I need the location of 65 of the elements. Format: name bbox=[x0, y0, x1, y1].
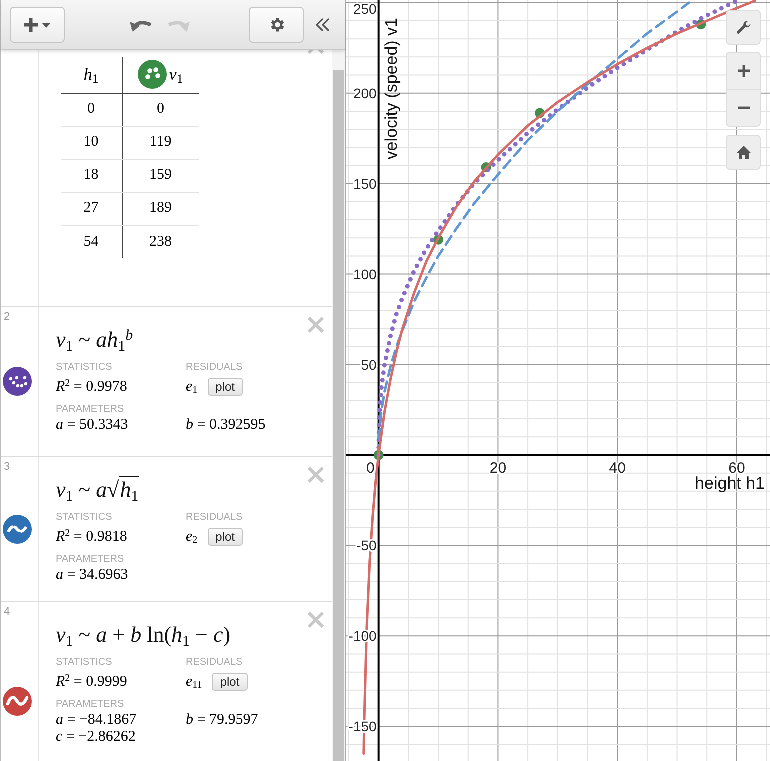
regression-formula[interactable]: v$_{1}$ ~ a√h$_{1}$ bbox=[56, 473, 139, 507]
r-squared-value: R$^{2}$ = 0.9978 bbox=[56, 377, 128, 397]
r-squared-value: R$^{2}$ = 0.9999 bbox=[56, 672, 128, 692]
expression-style-icon[interactable] bbox=[3, 687, 32, 716]
residual-variable: e$_{1}$ bbox=[186, 378, 198, 398]
expression-style-icon[interactable] bbox=[3, 514, 32, 544]
plot-button[interactable]: plot bbox=[212, 673, 248, 691]
table-cell[interactable]: 18 bbox=[61, 159, 122, 192]
add-item-button[interactable] bbox=[10, 6, 65, 42]
column-header[interactable]: v$_{1}$ bbox=[169, 62, 184, 88]
double-chevron-left-icon bbox=[315, 16, 331, 32]
parameter-value: a = 50.3343 bbox=[56, 417, 130, 434]
parameter-value: a = −84.1867 bbox=[56, 712, 138, 729]
expression-style-icon[interactable] bbox=[3, 367, 32, 396]
wrench-icon bbox=[734, 18, 752, 36]
parameter-value: c = −2.86262 bbox=[56, 729, 137, 746]
table-cell[interactable]: 10 bbox=[61, 126, 122, 159]
residual-variable: e$_{2}$ bbox=[186, 528, 198, 548]
section-label: STATISTICS bbox=[56, 656, 114, 670]
residual-variable: e$_{11}$ bbox=[186, 672, 202, 694]
tick-label: 200 bbox=[353, 85, 377, 102]
expression-number: 4 bbox=[4, 605, 10, 620]
tick-label: 50 bbox=[361, 356, 377, 373]
section-label: PARAMETERS bbox=[56, 698, 126, 712]
table-cell[interactable]: 119 bbox=[122, 126, 199, 159]
regression-formula[interactable]: v$_{1}$ ~ a + b ln(h$_{1}$ − c) bbox=[56, 618, 231, 652]
table-cell[interactable]: 159 bbox=[122, 159, 199, 192]
table-cell[interactable]: 0 bbox=[61, 93, 122, 126]
parameter-value: a = 34.6963 bbox=[56, 567, 130, 584]
section-label: RESIDUALS bbox=[186, 656, 244, 670]
plot-button[interactable]: plot bbox=[208, 378, 244, 396]
parameter-value: b = 0.392595 bbox=[186, 417, 267, 434]
graph-settings-button[interactable] bbox=[726, 10, 761, 45]
plot-button[interactable]: plot bbox=[208, 528, 244, 546]
minus-icon bbox=[736, 106, 750, 110]
table-cell[interactable]: 54 bbox=[61, 225, 122, 258]
expression-number: 2 bbox=[4, 310, 10, 325]
section-label: PARAMETERS bbox=[56, 553, 126, 567]
section-label: RESIDUALS bbox=[186, 511, 244, 525]
home-icon bbox=[736, 145, 752, 160]
tick-label: 40 bbox=[609, 460, 626, 478]
table-cell[interactable]: 27 bbox=[61, 192, 122, 225]
column-header[interactable]: h$_{1}$ bbox=[84, 62, 99, 88]
add-icon bbox=[22, 16, 52, 34]
home-button[interactable] bbox=[726, 135, 761, 170]
expression-number: 3 bbox=[4, 460, 10, 475]
section-label: PARAMETERS bbox=[56, 403, 126, 417]
section-label: RESIDUALS bbox=[186, 361, 244, 375]
tick-label: 100 bbox=[353, 266, 377, 282]
section-label: STATISTICS bbox=[56, 511, 114, 525]
scrollbar[interactable] bbox=[333, 70, 344, 761]
table-cell[interactable]: 189 bbox=[122, 192, 199, 225]
settings-button[interactable] bbox=[249, 6, 304, 42]
table-cell[interactable]: 238 bbox=[122, 225, 199, 258]
table-cell[interactable]: 0 bbox=[122, 93, 199, 126]
section-label: STATISTICS bbox=[56, 361, 114, 375]
tick-label: 250 bbox=[353, 1, 377, 17]
plus-icon bbox=[736, 64, 750, 78]
tick-label: 150 bbox=[353, 176, 377, 192]
y-axis-title: velocity (speed) v1 bbox=[382, 18, 401, 160]
tick-label: 0 bbox=[366, 460, 375, 478]
parameter-value: b = 79.9597 bbox=[186, 712, 260, 729]
expression-style-icon[interactable] bbox=[138, 60, 168, 90]
r-squared-value: R$^{2}$ = 0.9818 bbox=[56, 527, 128, 547]
tick-label: 20 bbox=[490, 460, 507, 478]
